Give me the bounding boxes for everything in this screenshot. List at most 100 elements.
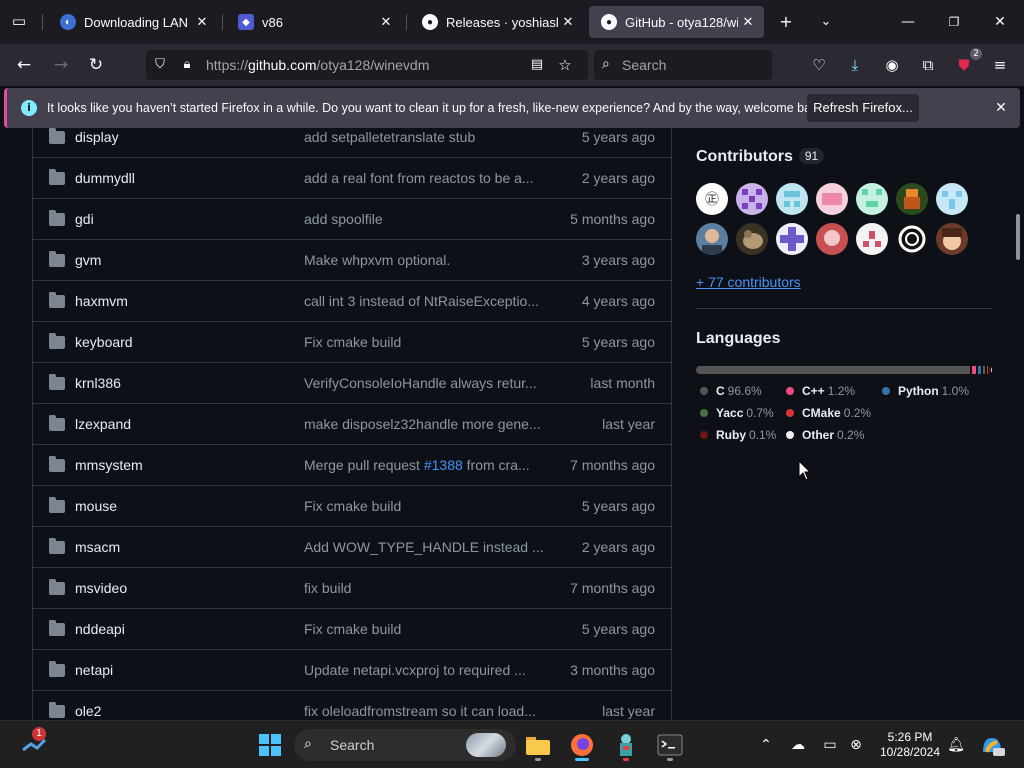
bookmark-star-icon[interactable]: ☆ (556, 56, 574, 74)
contributors-title[interactable]: Contributors (696, 148, 793, 165)
commit-message-link[interactable]: add spoolfile (304, 211, 383, 227)
extensions-puzzle-icon[interactable]: ⧉ (916, 53, 940, 77)
tab-downloading-lan-messenger[interactable]: ◐ Downloading LAN Messenger ✕ (48, 6, 218, 38)
commit-message-link[interactable]: call int 3 instead of NtRaiseExceptio... (304, 293, 539, 309)
commit-time[interactable]: 3 months ago (570, 662, 655, 678)
commit-time[interactable]: 5 years ago (582, 621, 655, 637)
avatar[interactable] (816, 183, 848, 215)
back-arrow-icon[interactable]: ← (11, 52, 37, 78)
notification-bell-icon[interactable]: 🔔︎ (946, 735, 966, 755)
language-item[interactable]: C++ 1.2% (786, 384, 855, 398)
file-name-link[interactable]: mouse (75, 498, 117, 514)
menu-hamburger-icon[interactable]: ≡ (988, 53, 1012, 77)
commit-message-link[interactable]: Make whpxvm optional. (304, 252, 450, 268)
file-name-link[interactable]: msacm (75, 539, 120, 555)
cloud-offline-icon[interactable]: ☁ (788, 735, 808, 755)
avatar[interactable] (816, 223, 848, 255)
ublock-origin-icon[interactable]: ⛊ 2 (952, 48, 982, 77)
pull-request-link[interactable]: #1388 (424, 457, 463, 473)
commit-message-link[interactable]: fix oleloadfromstream so it can load... (304, 703, 536, 719)
commit-message-link[interactable]: add a real font from reactos to be a... (304, 170, 534, 186)
commit-time[interactable]: 7 months ago (570, 457, 655, 473)
file-name-link[interactable]: krnl386 (75, 375, 121, 391)
winevdm-app-icon[interactable] (610, 729, 642, 761)
firefox-view-icon[interactable]: ▭ (8, 12, 30, 32)
language-item[interactable]: CMake 0.2% (786, 406, 871, 420)
file-name-link[interactable]: netapi (75, 662, 113, 678)
commit-time[interactable]: 3 years ago (582, 252, 655, 268)
taskbar-search[interactable]: ⌕ Search (294, 729, 516, 761)
commit-message-link[interactable]: VerifyConsoleIoHandle always retur... (304, 375, 537, 391)
reader-view-icon[interactable]: ▤ (528, 56, 546, 74)
avatar[interactable] (736, 223, 768, 255)
display-icon[interactable]: ▭ (820, 735, 840, 755)
avatar[interactable] (736, 183, 768, 215)
avatar[interactable] (776, 223, 808, 255)
close-icon[interactable]: ✕ (738, 14, 758, 30)
file-name-link[interactable]: gdi (75, 211, 94, 227)
commit-message-link[interactable]: Fix cmake build (304, 498, 401, 514)
commit-message-link[interactable]: Add WOW_TYPE_HANDLE instead ... (304, 539, 544, 555)
file-row[interactable]: gvm Make whpxvm optional. 3 years ago (33, 240, 671, 281)
avatar[interactable] (936, 183, 968, 215)
reload-icon[interactable]: ↻ (83, 52, 109, 78)
file-explorer-icon[interactable] (522, 729, 554, 761)
file-row[interactable]: gdi add spoolfile 5 months ago (33, 199, 671, 240)
new-tab-plus-icon[interactable]: + (774, 10, 798, 34)
avatar[interactable] (856, 223, 888, 255)
downloads-icon[interactable]: ⤓ (843, 53, 867, 77)
commit-time[interactable]: last year (602, 416, 655, 432)
language-item[interactable]: Ruby 0.1% (700, 428, 776, 442)
commit-time[interactable]: 4 years ago (582, 293, 655, 309)
file-name-link[interactable]: ole2 (75, 703, 101, 719)
page-scrollbar-thumb[interactable] (1016, 214, 1020, 260)
show-hidden-icons-chevron-up-icon[interactable]: ⌃ (756, 735, 776, 755)
file-name-link[interactable]: dummydll (75, 170, 135, 186)
file-name-link[interactable]: gvm (75, 252, 101, 268)
file-name-link[interactable]: lzexpand (75, 416, 131, 432)
file-name-link[interactable]: msvideo (75, 580, 127, 596)
commit-time[interactable]: last year (602, 703, 655, 719)
network-icon[interactable]: ⊗ (846, 735, 866, 755)
commit-time[interactable]: 2 years ago (582, 539, 655, 555)
taskbar-clock[interactable]: 5:26 PM 10/28/2024 (870, 730, 950, 760)
commit-message-link[interactable]: fix build (304, 580, 351, 596)
commit-message-link[interactable]: add setpalletetranslate stub (304, 129, 475, 145)
address-bar[interactable]: ⛉ 🔒︎ https://github.com/otya128/winevdm … (146, 50, 588, 80)
file-row[interactable]: mouse Fix cmake build 5 years ago (33, 486, 671, 527)
commit-time[interactable]: 5 years ago (582, 129, 655, 145)
close-icon[interactable]: ✕ (558, 14, 578, 30)
commit-message-link[interactable]: Fix cmake build (304, 621, 401, 637)
file-row[interactable]: nddeapi Fix cmake build 5 years ago (33, 609, 671, 650)
file-row[interactable]: dummydll add a real font from reactos to … (33, 158, 671, 199)
file-name-link[interactable]: keyboard (75, 334, 133, 350)
language-item[interactable]: Yacc 0.7% (700, 406, 774, 420)
refresh-firefox-button[interactable]: Refresh Firefox... (807, 94, 919, 122)
commit-time[interactable]: 7 months ago (570, 580, 655, 596)
close-icon[interactable]: ✕ (376, 14, 396, 30)
file-name-link[interactable]: display (75, 129, 119, 145)
avatar[interactable] (896, 183, 928, 215)
file-row[interactable]: display add setpalletetranslate stub 5 yea… (33, 128, 671, 158)
file-row[interactable]: haxmvm call int 3 instead of NtRaiseExcep… (33, 281, 671, 322)
minimize-icon[interactable]: — (893, 8, 923, 36)
copilot-icon[interactable] (976, 729, 1008, 761)
terminal-icon[interactable] (654, 729, 686, 761)
window-close-icon[interactable]: ✕ (985, 8, 1015, 36)
pocket-icon[interactable]: ♡ (807, 53, 831, 77)
search-bar[interactable]: ⌕ Search (594, 50, 772, 80)
file-row[interactable]: keyboard Fix cmake build 5 years ago (33, 322, 671, 363)
commit-time[interactable]: last month (590, 375, 655, 391)
avatar[interactable] (936, 223, 968, 255)
language-item[interactable]: Python 1.0% (882, 384, 969, 398)
tab-releases-fluentstore[interactable]: ● Releases · yoshiask/FluentStore ✕ (410, 6, 584, 38)
language-item[interactable]: Other 0.2% (786, 428, 864, 442)
file-row[interactable]: netapi Update netapi.vcxproj to required … (33, 650, 671, 691)
commit-message-link[interactable]: Fix cmake build (304, 334, 401, 350)
avatar[interactable]: ㊣ (696, 183, 728, 215)
file-name-link[interactable]: haxmvm (75, 293, 128, 309)
commit-time[interactable]: 5 years ago (582, 334, 655, 350)
tab-github-winevdm[interactable]: ● GitHub - otya128/winevdm ✕ (589, 6, 764, 38)
account-icon[interactable]: ◉ (880, 53, 904, 77)
file-row[interactable]: ole2 fix oleloadfromstream so it can load… (33, 691, 671, 720)
